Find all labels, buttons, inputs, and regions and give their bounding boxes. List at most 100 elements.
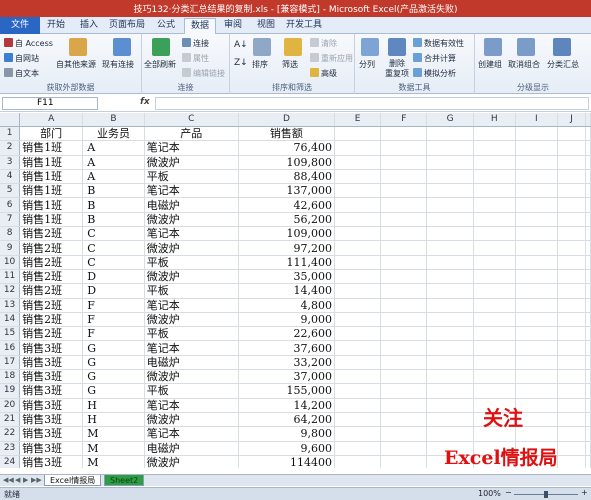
tab-home[interactable]: 开始: [40, 18, 72, 34]
cell[interactable]: 销售1班: [19, 212, 84, 228]
cell[interactable]: 销售2班: [19, 226, 84, 242]
cell[interactable]: G: [82, 355, 145, 371]
cell[interactable]: [473, 369, 516, 385]
column-header[interactable]: J: [557, 113, 586, 127]
ungroup-button[interactable]: 取消组合: [508, 59, 540, 70]
cell[interactable]: 76,400: [238, 140, 336, 156]
cell[interactable]: [380, 155, 428, 170]
cell[interactable]: [380, 126, 428, 142]
cell[interactable]: 销售3班: [19, 455, 84, 468]
cell[interactable]: [473, 197, 516, 213]
row-header[interactable]: 17: [0, 355, 21, 371]
cell[interactable]: 37,000: [238, 369, 336, 385]
what-if-button[interactable]: 模拟分析: [413, 68, 456, 79]
cell[interactable]: [585, 140, 591, 156]
cell[interactable]: [515, 312, 559, 328]
cell[interactable]: 销售3班: [19, 340, 84, 356]
last-sheet-icon[interactable]: ▶▶: [31, 476, 42, 484]
cell[interactable]: [380, 455, 428, 468]
cell[interactable]: [515, 355, 559, 371]
cell[interactable]: [557, 283, 586, 299]
cell[interactable]: [334, 183, 382, 199]
cell[interactable]: 56,200: [238, 212, 336, 228]
row-header[interactable]: 11: [0, 269, 21, 285]
cell[interactable]: [515, 226, 559, 242]
cell[interactable]: [426, 312, 474, 328]
row-header[interactable]: 2: [0, 140, 21, 156]
from-other-sources-button[interactable]: 自其他来源: [56, 59, 96, 70]
cell[interactable]: [380, 269, 428, 285]
cell[interactable]: [585, 383, 591, 399]
cell[interactable]: [515, 369, 559, 385]
cell[interactable]: [334, 312, 382, 328]
cell[interactable]: [473, 126, 516, 142]
text-to-columns-button[interactable]: 分列: [359, 59, 375, 70]
insert-function-icon[interactable]: fx: [140, 97, 150, 107]
cell[interactable]: [585, 183, 591, 199]
cell[interactable]: [585, 398, 591, 413]
cell[interactable]: [585, 412, 591, 428]
cell[interactable]: [515, 340, 559, 356]
cell[interactable]: 9,800: [238, 426, 336, 442]
cell[interactable]: [334, 426, 382, 442]
cell[interactable]: [426, 412, 474, 428]
cell[interactable]: [515, 126, 559, 142]
cell[interactable]: [557, 155, 586, 170]
cell[interactable]: 微波炉: [144, 312, 239, 328]
cell[interactable]: [557, 326, 586, 342]
cell[interactable]: [380, 169, 428, 185]
cell[interactable]: [557, 169, 586, 185]
cell[interactable]: [515, 197, 559, 213]
row-header[interactable]: 1: [0, 126, 21, 142]
cell[interactable]: 155,000: [238, 383, 336, 399]
cell[interactable]: C: [82, 226, 145, 242]
cell[interactable]: M: [82, 455, 145, 468]
cell[interactable]: [426, 140, 474, 156]
row-header[interactable]: 3: [0, 155, 21, 170]
cell[interactable]: [334, 226, 382, 242]
cell[interactable]: 笔记本: [144, 226, 239, 242]
cell[interactable]: 销售1班: [19, 155, 84, 170]
cell[interactable]: [426, 340, 474, 356]
cell[interactable]: [380, 197, 428, 213]
cell[interactable]: [380, 226, 428, 242]
cell[interactable]: [557, 441, 586, 456]
row-header[interactable]: 24: [0, 455, 21, 468]
cell[interactable]: 109,800: [238, 155, 336, 170]
cell[interactable]: 销售2班: [19, 283, 84, 299]
cell[interactable]: [426, 255, 474, 270]
cell[interactable]: [557, 126, 586, 142]
cell[interactable]: [515, 383, 559, 399]
existing-connections-button[interactable]: 现有连接: [102, 59, 134, 70]
column-header[interactable]: C: [144, 113, 239, 127]
cell[interactable]: [473, 355, 516, 371]
cell[interactable]: 电磁炉: [144, 197, 239, 213]
cell[interactable]: 4,800: [238, 298, 336, 313]
cell[interactable]: D: [82, 283, 145, 299]
cell[interactable]: F: [82, 312, 145, 328]
cell[interactable]: [473, 140, 516, 156]
tab-file[interactable]: 文件: [0, 17, 40, 34]
cell[interactable]: [334, 298, 382, 313]
cell[interactable]: [380, 426, 428, 442]
cell[interactable]: [334, 155, 382, 170]
cell[interactable]: [585, 340, 591, 356]
row-header[interactable]: 15: [0, 326, 21, 342]
cell[interactable]: [585, 312, 591, 328]
sort-asc-icon[interactable]: A↓: [234, 40, 248, 50]
cell[interactable]: 111,400: [238, 255, 336, 270]
cell[interactable]: [557, 383, 586, 399]
cell[interactable]: [515, 140, 559, 156]
cell[interactable]: [557, 340, 586, 356]
cell[interactable]: 14,200: [238, 398, 336, 413]
cell[interactable]: H: [82, 412, 145, 428]
row-header[interactable]: 20: [0, 398, 21, 413]
cell[interactable]: [515, 269, 559, 285]
zoom-out-icon[interactable]: −: [505, 488, 512, 497]
tab-formulas[interactable]: 公式: [148, 18, 184, 34]
consolidate-button[interactable]: 合并计算: [413, 53, 456, 64]
cell[interactable]: [585, 355, 591, 371]
cell[interactable]: [426, 298, 474, 313]
cell[interactable]: [380, 369, 428, 385]
row-header[interactable]: 18: [0, 369, 21, 385]
